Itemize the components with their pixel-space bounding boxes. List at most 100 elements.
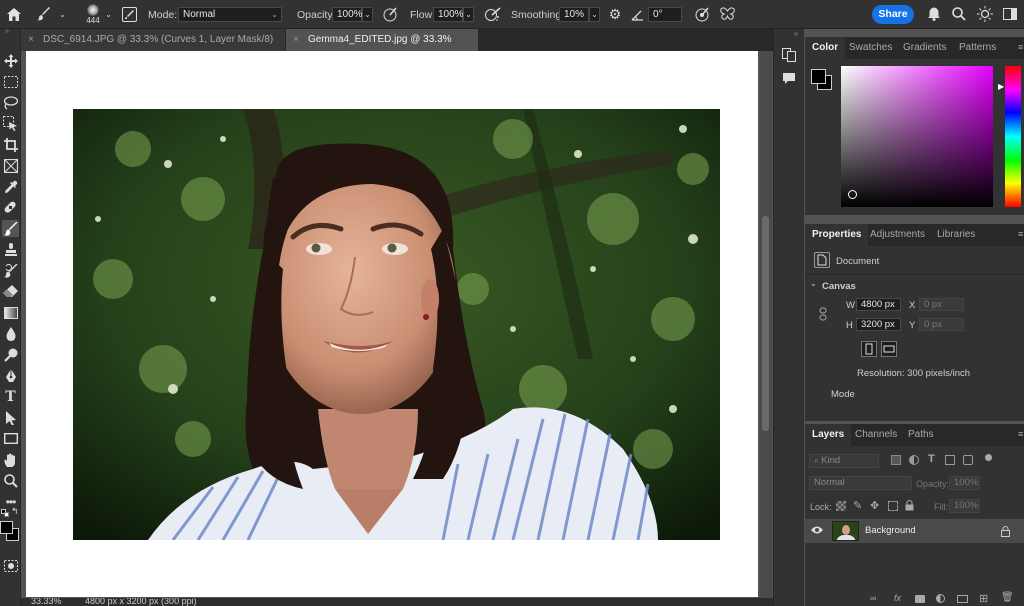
quick-mask-icon[interactable] xyxy=(2,557,19,574)
brush-tool-icon[interactable] xyxy=(2,220,19,237)
panel-menu-icon[interactable]: ≡ xyxy=(1018,229,1023,239)
tab-libraries[interactable]: Libraries xyxy=(930,224,982,246)
layer-kind-filter[interactable]: ⌕ Kind xyxy=(809,454,879,468)
lock-position-icon[interactable]: ✥ xyxy=(870,499,879,512)
foreground-color-swatch[interactable] xyxy=(0,521,13,534)
tab-swatches[interactable]: Swatches xyxy=(842,37,899,59)
layer-name[interactable]: Background xyxy=(865,525,916,536)
panel-menu-icon[interactable]: ≡ xyxy=(1018,429,1023,439)
brush-size-picker[interactable]: 444 xyxy=(80,2,106,27)
vertical-scrollbar-thumb[interactable] xyxy=(762,216,769,431)
filter-shape-icon[interactable] xyxy=(945,455,955,465)
collapse-toolbar-icon[interactable]: » xyxy=(5,28,16,35)
pressure-opacity-icon[interactable] xyxy=(382,6,398,22)
landscape-orientation-button[interactable] xyxy=(881,341,897,357)
object-selection-tool-icon[interactable] xyxy=(2,115,19,132)
brush-preset-icon[interactable] xyxy=(36,5,52,23)
tab-gemma4-edited[interactable]: × Gemma4_EDITED.jpg @ 33.3% (RGB/8) xyxy=(286,29,478,67)
tab-dsc-6914[interactable]: × DSC_6914.JPG @ 33.3% (Curves 1, Layer … xyxy=(21,29,285,67)
new-group-icon[interactable] xyxy=(957,595,968,603)
pressure-size-icon[interactable] xyxy=(694,6,710,22)
filter-toggle[interactable] xyxy=(985,454,992,461)
lock-pixels-icon[interactable]: ✎ xyxy=(853,499,862,512)
hand-tool-icon[interactable] xyxy=(2,451,19,468)
default-colors-icon[interactable] xyxy=(1,509,9,517)
adjustment-layer-icon[interactable] xyxy=(936,594,945,603)
path-selection-tool-icon[interactable] xyxy=(2,409,19,426)
rectangle-tool-icon[interactable] xyxy=(2,430,19,447)
frame-tool-icon[interactable] xyxy=(2,157,19,174)
width-input[interactable]: 4800 px xyxy=(856,298,901,311)
panel-menu-icon[interactable]: ≡ xyxy=(1018,42,1023,52)
gradient-tool-icon[interactable] xyxy=(2,304,19,321)
lock-transparent-icon[interactable] xyxy=(836,501,846,511)
document-canvas[interactable] xyxy=(26,51,758,597)
dodge-tool-icon[interactable] xyxy=(2,346,19,363)
tab-color[interactable]: Color xyxy=(805,37,846,59)
brush-settings-icon[interactable] xyxy=(121,6,137,22)
workspace-icon[interactable] xyxy=(1002,6,1018,22)
filter-smart-object-icon[interactable] xyxy=(963,455,973,465)
collapse-panels-icon[interactable]: « xyxy=(794,29,798,38)
chevron-down-icon[interactable]: ⌄ xyxy=(362,7,373,22)
eyedropper-tool-icon[interactable] xyxy=(2,178,19,195)
close-icon[interactable]: × xyxy=(293,29,299,51)
trash-icon[interactable]: 🗑 xyxy=(1001,592,1014,603)
angle-input[interactable]: 0° xyxy=(648,7,682,22)
history-brush-tool-icon[interactable] xyxy=(2,262,19,279)
fill-input[interactable]: 100% xyxy=(949,499,980,513)
hue-slider[interactable] xyxy=(1005,66,1021,207)
healing-brush-tool-icon[interactable] xyxy=(2,199,19,216)
marquee-tool-icon[interactable] xyxy=(2,73,19,90)
tab-channels[interactable]: Channels xyxy=(848,424,904,446)
link-layers-icon[interactable]: ∞ xyxy=(870,593,876,603)
zoom-tool-icon[interactable] xyxy=(2,472,19,489)
tab-adjustments[interactable]: Adjustments xyxy=(863,224,932,246)
layer-row-background[interactable]: Background xyxy=(805,519,1024,543)
filter-pixel-icon[interactable] xyxy=(891,455,901,465)
lasso-tool-icon[interactable] xyxy=(2,94,19,111)
canvas-area[interactable] xyxy=(21,51,760,598)
tab-properties[interactable]: Properties xyxy=(805,224,869,246)
mode-select[interactable]: Normal ⌄ xyxy=(178,7,282,22)
chevron-down-icon[interactable]: ⌄ xyxy=(463,7,474,22)
pen-tool-icon[interactable] xyxy=(2,367,19,384)
tab-layers[interactable]: Layers xyxy=(805,424,852,446)
butterfly-icon[interactable] xyxy=(719,6,735,22)
tab-paths[interactable]: Paths xyxy=(901,424,941,446)
history-panel-icon[interactable] xyxy=(780,46,798,64)
lock-artboard-icon[interactable] xyxy=(888,501,898,511)
link-icon[interactable] xyxy=(819,307,829,321)
clone-stamp-tool-icon[interactable] xyxy=(2,241,19,258)
height-input[interactable]: 3200 px xyxy=(856,318,901,331)
smoothing-input[interactable]: 10% xyxy=(559,7,589,22)
eraser-tool-icon[interactable] xyxy=(2,283,19,300)
share-button[interactable]: Share xyxy=(872,5,914,24)
new-layer-icon[interactable]: ⊞ xyxy=(979,592,988,605)
chevron-down-icon[interactable]: ⌄ xyxy=(58,9,67,19)
lock-all-icon[interactable] xyxy=(905,500,914,511)
document-dimensions[interactable]: 4800 px x 3200 px (300 ppi) xyxy=(85,598,197,606)
search-icon[interactable] xyxy=(951,6,967,22)
chevron-down-icon[interactable]: ⌄ xyxy=(104,9,113,19)
opacity-input[interactable]: 100% xyxy=(332,7,363,22)
swap-colors-icon[interactable]: ↰ xyxy=(11,507,20,516)
portrait-orientation-button[interactable] xyxy=(861,341,877,357)
y-input[interactable]: 0 px xyxy=(919,318,964,331)
home-icon[interactable] xyxy=(5,6,22,23)
fx-icon[interactable]: fx xyxy=(894,593,901,603)
bell-icon[interactable] xyxy=(926,6,942,22)
tab-gradients[interactable]: Gradients xyxy=(896,37,953,59)
tab-patterns[interactable]: Patterns xyxy=(952,37,1003,59)
eye-icon[interactable] xyxy=(811,525,823,537)
airbrush-icon[interactable] xyxy=(484,6,501,22)
comments-icon[interactable] xyxy=(780,69,798,87)
gear-icon[interactable]: ⚙ xyxy=(607,6,623,22)
discover-bulb-icon[interactable] xyxy=(976,6,993,22)
close-icon[interactable]: × xyxy=(28,29,34,51)
saturation-brightness-field[interactable] xyxy=(841,66,993,207)
chevron-down-icon[interactable]: ⌄ xyxy=(810,279,817,288)
blend-mode-select[interactable]: Normal xyxy=(809,476,912,490)
hue-slider-arrow-icon[interactable]: ▶ xyxy=(998,82,1004,91)
type-tool-icon[interactable]: T xyxy=(2,388,19,405)
